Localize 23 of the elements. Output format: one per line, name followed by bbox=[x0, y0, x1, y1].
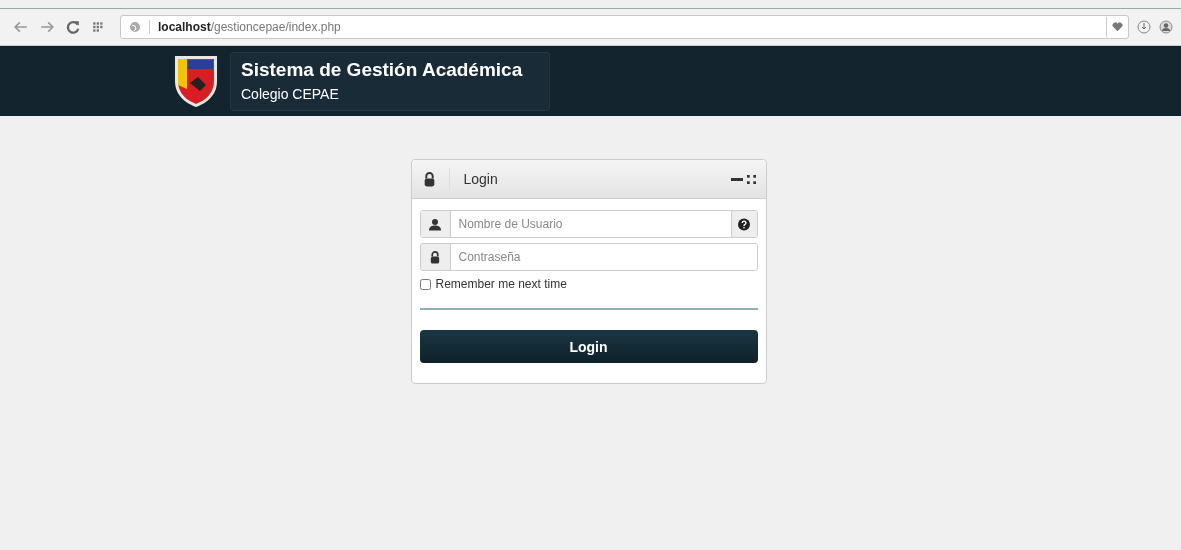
apps-icon[interactable] bbox=[92, 20, 106, 34]
login-button[interactable]: Login bbox=[419, 330, 758, 363]
reload-icon[interactable] bbox=[66, 20, 80, 34]
lock-icon bbox=[429, 250, 441, 264]
minimize-icon[interactable] bbox=[730, 177, 743, 181]
help-icon[interactable] bbox=[738, 217, 750, 231]
remember-checkbox[interactable] bbox=[419, 278, 431, 290]
panel-title: Login bbox=[463, 171, 498, 187]
user-icon[interactable] bbox=[1159, 20, 1173, 34]
url-text: localhost/gestioncepae/index.php bbox=[158, 20, 341, 34]
lock-icon bbox=[423, 171, 435, 187]
expand-icon[interactable] bbox=[746, 174, 756, 184]
username-input-group[interactable]: Nombre de Usuario bbox=[419, 210, 758, 238]
password-input-group[interactable]: Contraseña bbox=[419, 243, 758, 271]
download-icon[interactable] bbox=[1137, 20, 1151, 34]
address-bar[interactable]: localhost/gestioncepae/index.php bbox=[120, 15, 1129, 39]
back-icon[interactable] bbox=[14, 20, 28, 34]
crest-logo bbox=[172, 53, 220, 109]
user-icon bbox=[429, 217, 441, 231]
app-title: Sistema de Gestión Académica bbox=[241, 58, 524, 81]
remember-label: Remember me next time bbox=[435, 277, 567, 291]
school-name: Colegio CEPAE bbox=[241, 85, 340, 102]
forward-icon[interactable] bbox=[40, 20, 54, 34]
